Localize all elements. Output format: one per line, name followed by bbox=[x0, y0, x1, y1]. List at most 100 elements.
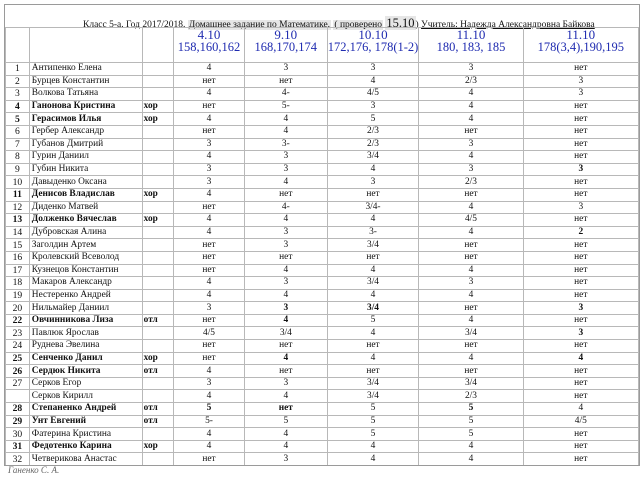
grade-cell[interactable]: нет bbox=[522, 250, 639, 265]
grade-cell[interactable]: 4 bbox=[243, 427, 328, 441]
grade-cell[interactable]: 3 bbox=[173, 162, 245, 177]
student-name-cell[interactable]: Давыденко Оксана bbox=[28, 175, 143, 189]
student-name-cell[interactable]: Заголдин Артем bbox=[28, 238, 143, 252]
grade-cell[interactable]: 3/4 bbox=[418, 326, 524, 341]
note-cell[interactable] bbox=[141, 389, 175, 404]
grade-cell[interactable]: 4 bbox=[418, 225, 524, 240]
row-number-cell[interactable]: 15 bbox=[5, 238, 30, 252]
grade-cell[interactable]: нет bbox=[173, 200, 245, 215]
row-number-cell[interactable]: 6 bbox=[5, 124, 30, 139]
grade-cell[interactable]: 4 bbox=[418, 87, 524, 101]
note-cell[interactable]: отл bbox=[141, 414, 175, 429]
note-cell[interactable] bbox=[141, 301, 175, 315]
note-cell[interactable]: отл bbox=[141, 402, 175, 416]
grade-cell[interactable]: 4 bbox=[243, 351, 328, 366]
grade-cell[interactable]: 4 bbox=[326, 162, 420, 177]
grade-cell[interactable]: нет bbox=[418, 250, 524, 265]
grade-cell[interactable]: 3 bbox=[173, 376, 245, 391]
grade-cell[interactable]: нет bbox=[173, 452, 245, 465]
grade-cell[interactable]: нет bbox=[173, 99, 245, 114]
grade-cell[interactable]: нет bbox=[522, 150, 639, 164]
grade-cell[interactable]: 4 bbox=[173, 62, 245, 76]
row-number-cell[interactable]: 30 bbox=[5, 427, 30, 441]
grade-cell[interactable]: 4 bbox=[522, 351, 639, 366]
grade-cell[interactable]: нет bbox=[522, 389, 639, 404]
grade-cell[interactable]: 3 bbox=[243, 301, 328, 315]
grade-cell[interactable]: 3 bbox=[522, 162, 639, 177]
row-number-cell[interactable]: 16 bbox=[5, 250, 30, 265]
student-name-cell[interactable]: Долженко Вячеслав bbox=[28, 213, 143, 227]
grade-cell[interactable]: 2/3 bbox=[418, 389, 524, 404]
grade-cell[interactable]: нет bbox=[243, 250, 328, 265]
grade-cell[interactable]: 5 bbox=[326, 414, 420, 429]
grade-cell[interactable]: нет bbox=[173, 238, 245, 252]
student-name-cell[interactable]: Степаненко Андрей bbox=[28, 402, 143, 416]
grade-cell[interactable]: нет bbox=[522, 124, 639, 139]
note-cell[interactable]: хор bbox=[141, 99, 175, 114]
grade-cell[interactable]: 3/4 bbox=[326, 238, 420, 252]
note-cell[interactable] bbox=[141, 74, 175, 89]
note-cell[interactable] bbox=[141, 238, 175, 252]
student-name-cell[interactable]: Губанов Дмитрий bbox=[28, 137, 143, 152]
grade-cell[interactable]: нет bbox=[243, 74, 328, 89]
row-number-cell[interactable]: 18 bbox=[5, 276, 30, 290]
grade-cell[interactable]: 3 bbox=[418, 162, 524, 177]
grade-cell[interactable]: 4 bbox=[243, 112, 328, 126]
grade-cell[interactable]: 3- bbox=[243, 137, 328, 152]
student-name-cell[interactable]: Кузнецов Константин bbox=[28, 263, 143, 278]
note-cell[interactable] bbox=[141, 263, 175, 278]
row-number-cell[interactable]: 32 bbox=[5, 452, 30, 465]
grade-cell[interactable]: 4 bbox=[244, 466, 327, 467]
note-cell[interactable] bbox=[141, 175, 175, 189]
student-name-cell[interactable]: Четверикова Анастас bbox=[28, 452, 143, 465]
grade-cell[interactable]: 5 bbox=[418, 414, 524, 429]
grade-cell[interactable]: нет bbox=[173, 313, 245, 328]
note-cell[interactable] bbox=[141, 276, 175, 290]
grade-cell[interactable]: 3/4 bbox=[326, 150, 420, 164]
grade-cell[interactable]: нет bbox=[522, 62, 639, 76]
grade-cell[interactable]: 4 bbox=[418, 452, 524, 465]
grade-cell[interactable]: нет bbox=[243, 187, 328, 202]
note-cell[interactable]: хор bbox=[141, 351, 175, 366]
grade-cell[interactable]: нет bbox=[522, 339, 639, 353]
note-cell[interactable] bbox=[141, 200, 175, 215]
grade-cell[interactable]: 3 bbox=[418, 62, 524, 76]
row-number-cell[interactable]: 4 bbox=[5, 99, 30, 114]
grade-cell[interactable]: 4/5 bbox=[173, 326, 245, 341]
grade-cell[interactable]: 2/3 bbox=[326, 137, 420, 152]
grade-cell[interactable]: 3/4 bbox=[326, 276, 420, 290]
student-name-cell[interactable]: Нестеренко Андрей bbox=[28, 288, 143, 303]
grade-cell[interactable]: 3 bbox=[522, 87, 639, 101]
grade-cell[interactable]: 4 bbox=[326, 288, 420, 303]
note-cell[interactable]: хор bbox=[141, 213, 175, 227]
grade-cell[interactable]: нет bbox=[522, 137, 639, 152]
student-name-cell[interactable]: Фатерина Кристина bbox=[28, 427, 143, 441]
grade-cell[interactable]: 3/4 bbox=[418, 376, 524, 391]
student-name-cell[interactable]: Павлюк Ярослав bbox=[28, 326, 143, 341]
grade-cell[interactable]: 3/4 bbox=[326, 389, 420, 404]
grade-cell[interactable]: 4 bbox=[173, 288, 245, 303]
grade-cell[interactable]: 3 bbox=[243, 452, 328, 465]
grade-cell[interactable]: 5 bbox=[418, 427, 524, 441]
grade-cell[interactable]: 3 bbox=[418, 276, 524, 290]
grade-cell[interactable]: 4/5 bbox=[522, 414, 639, 429]
student-name-cell[interactable]: Гербер Александр bbox=[28, 124, 143, 139]
row-number-cell[interactable]: 11 bbox=[5, 187, 30, 202]
student-name-cell[interactable]: Макаров Александр bbox=[28, 276, 143, 290]
note-cell[interactable]: отл bbox=[141, 364, 175, 378]
grade-cell[interactable]: 4 bbox=[326, 326, 420, 341]
grade-cell[interactable]: нет bbox=[522, 276, 639, 290]
grade-cell[interactable]: 4 bbox=[418, 263, 524, 278]
grade-cell[interactable]: 4 bbox=[243, 175, 328, 189]
grade-cell[interactable]: нет bbox=[173, 351, 245, 366]
grade-cell[interactable]: 4 bbox=[418, 439, 524, 454]
grade-cell[interactable]: 4/5 bbox=[326, 87, 420, 101]
row-number-cell[interactable] bbox=[5, 389, 30, 404]
note-cell[interactable] bbox=[141, 225, 175, 240]
grade-cell[interactable]: 4 bbox=[326, 74, 420, 89]
student-name-cell[interactable]: Ганонова Кристина bbox=[28, 99, 143, 114]
row-number-cell[interactable]: 14 bbox=[5, 225, 30, 240]
grade-cell[interactable]: 5 bbox=[326, 112, 420, 126]
student-name-cell[interactable]: Серков Кирилл bbox=[28, 389, 143, 404]
grade-cell[interactable]: 4 bbox=[173, 427, 245, 441]
